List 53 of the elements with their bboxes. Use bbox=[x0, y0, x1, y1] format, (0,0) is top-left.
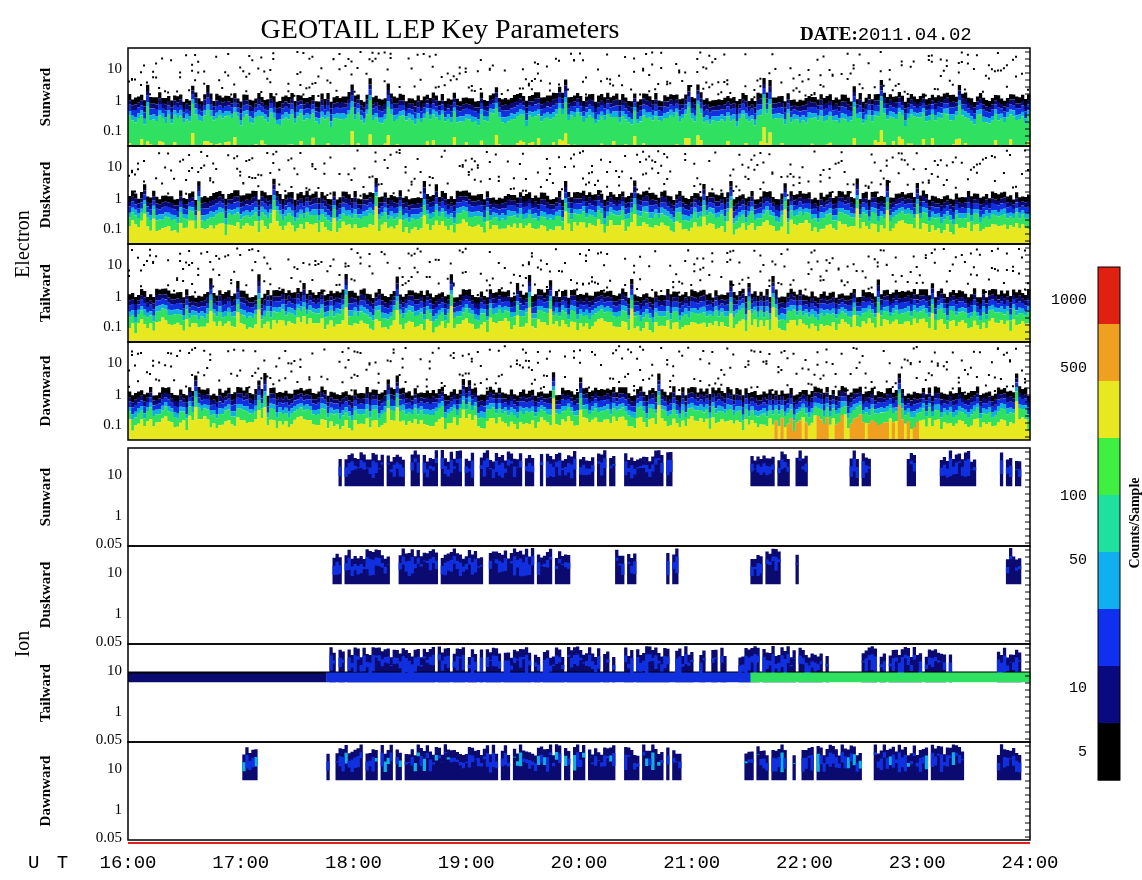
x-tick-label: 23:00 bbox=[888, 852, 946, 874]
y-tick-label: 0.1 bbox=[103, 416, 122, 433]
x-tick-label: 16:00 bbox=[99, 852, 157, 874]
colorbar-tick-label: 50 bbox=[1069, 552, 1087, 569]
x-tick-label: 22:00 bbox=[776, 852, 833, 874]
y-tick-label: 1 bbox=[114, 189, 122, 206]
colorbar-tick-label: 5 bbox=[1078, 744, 1087, 761]
x-tick-label: 20:00 bbox=[550, 852, 608, 874]
direction-label: Dawnward bbox=[37, 355, 53, 427]
direction-label: Tailward bbox=[37, 264, 53, 322]
y-tick-label: 0.05 bbox=[95, 731, 122, 748]
colorbar-tick-label: 100 bbox=[1060, 488, 1087, 505]
y-tick-label: 10 bbox=[107, 662, 122, 679]
x-tick-label: 19:00 bbox=[437, 852, 495, 874]
colorbar-tick-label: 500 bbox=[1060, 360, 1087, 377]
direction-label: Duskward bbox=[37, 561, 53, 629]
colorbar-tick-label: 1000 bbox=[1051, 292, 1087, 309]
direction-label: Tailward bbox=[37, 664, 53, 722]
group-label: Ion bbox=[11, 630, 33, 658]
y-tick-label: 0.1 bbox=[103, 122, 122, 139]
direction-label: Duskward bbox=[37, 161, 53, 229]
y-tick-label: 10 bbox=[107, 157, 122, 174]
y-tick-label: 10 bbox=[107, 59, 122, 76]
x-tick-label: 24:00 bbox=[1001, 852, 1059, 874]
group-label: Electron bbox=[11, 210, 33, 278]
colorbar-tick-label: 10 bbox=[1069, 680, 1087, 697]
direction-label: Sunward bbox=[37, 467, 53, 527]
y-tick-label: 0.05 bbox=[95, 829, 122, 846]
colorbar-label: Counts/Sample bbox=[1127, 477, 1142, 569]
y-tick-label: 10 bbox=[107, 353, 122, 370]
y-tick-label: 0.05 bbox=[95, 535, 122, 552]
y-tick-label: 10 bbox=[107, 760, 122, 777]
y-tick-label: 1 bbox=[114, 287, 122, 304]
y-tick-label: 0.1 bbox=[103, 318, 122, 335]
date-label: DATE:2011.04.02 bbox=[800, 23, 972, 46]
direction-label: Dawnward bbox=[37, 755, 53, 827]
x-tick-label: 18:00 bbox=[325, 852, 382, 874]
y-tick-label: 10 bbox=[107, 255, 122, 272]
y-tick-label: 1 bbox=[114, 91, 122, 108]
y-tick-label: 10 bbox=[107, 564, 122, 581]
y-tick-label: 1 bbox=[114, 506, 122, 523]
direction-label: Sunward bbox=[37, 67, 53, 127]
y-tick-label: 0.1 bbox=[103, 220, 122, 237]
y-tick-label: 1 bbox=[114, 385, 122, 402]
y-tick-label: 1 bbox=[114, 604, 122, 621]
y-tick-label: 1 bbox=[114, 800, 122, 817]
axis-label: U T bbox=[28, 852, 72, 874]
y-tick-label: 10 bbox=[107, 466, 122, 483]
x-tick-label: 21:00 bbox=[663, 852, 721, 874]
plot-title: GEOTAIL LEP Key Parameters bbox=[260, 13, 620, 44]
y-tick-label: 1 bbox=[114, 702, 122, 719]
x-tick-label: 17:00 bbox=[212, 852, 270, 874]
y-tick-label: 0.05 bbox=[95, 633, 122, 650]
